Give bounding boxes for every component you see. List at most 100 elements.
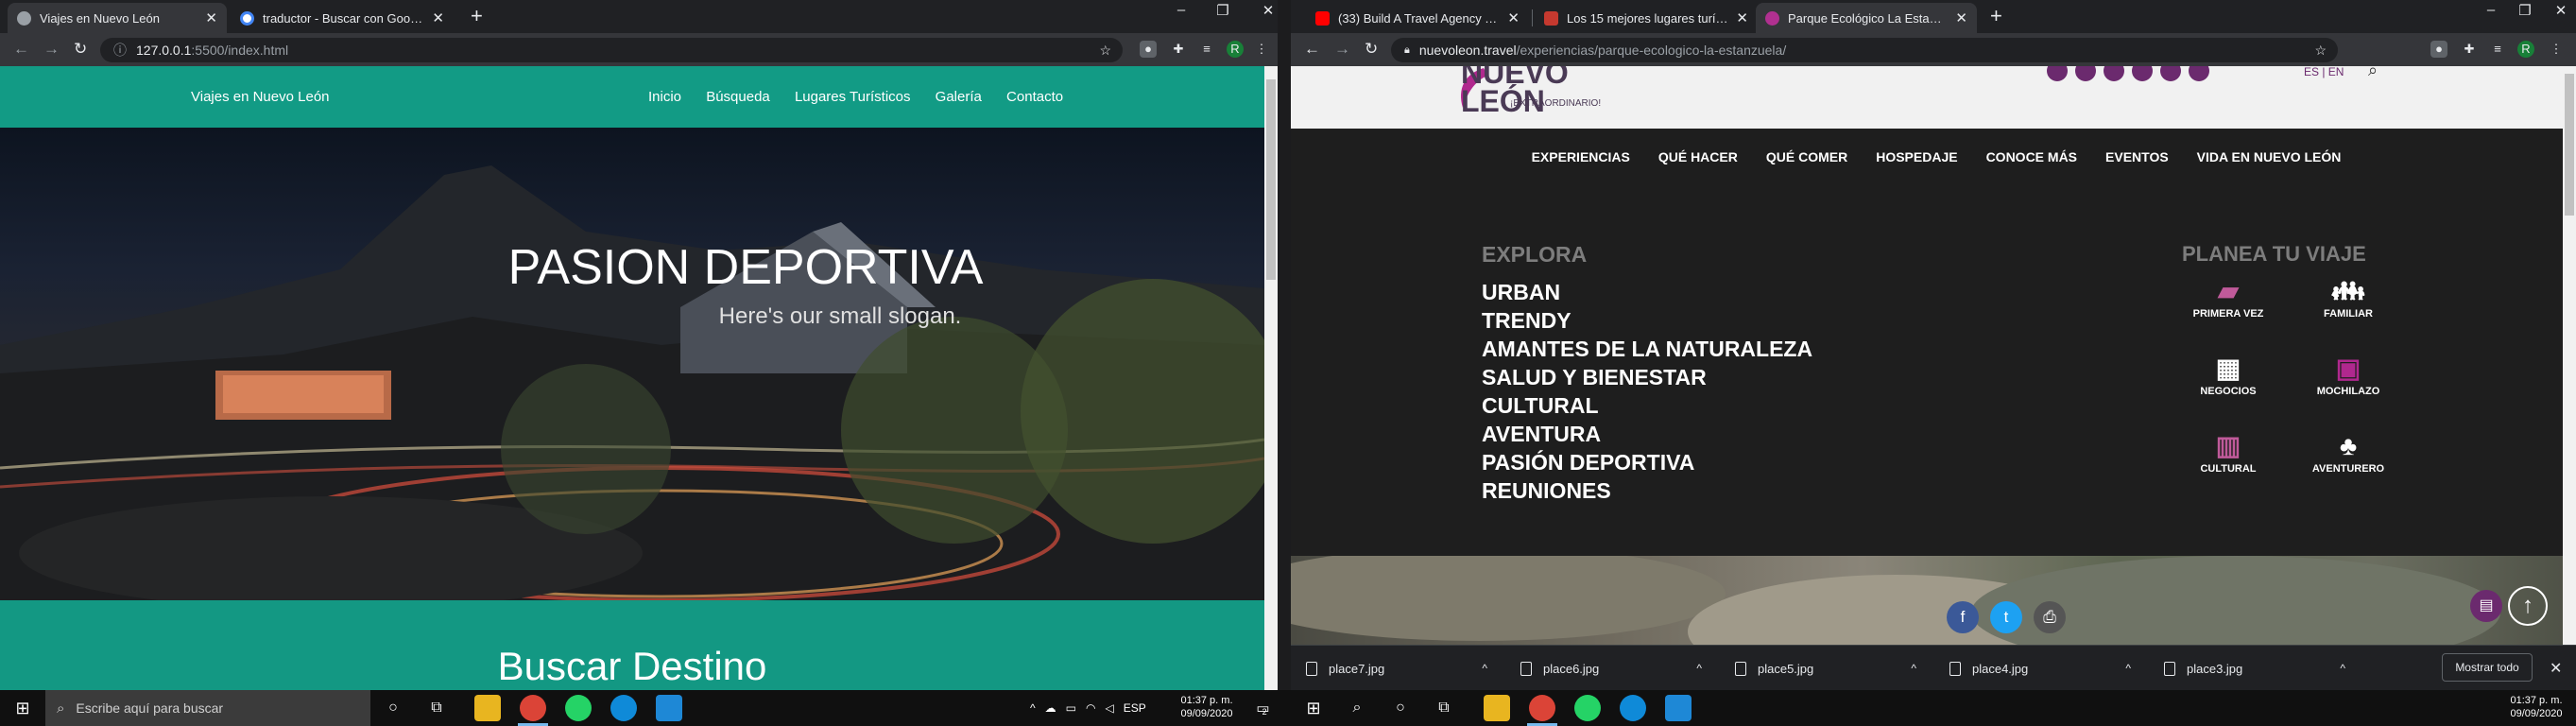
language-switch[interactable]: ES | EN — [2304, 66, 2344, 78]
forward-icon[interactable]: → — [1334, 40, 1350, 59]
input-language[interactable]: ESP — [1124, 701, 1146, 715]
puzzle-icon[interactable]: ✚ — [2461, 41, 2478, 58]
chrome-icon[interactable] — [520, 695, 546, 721]
vscode-icon[interactable] — [1665, 695, 1692, 721]
tab-traductor[interactable]: traductor - Buscar con Google ✕ — [231, 3, 454, 33]
chevron-up-icon[interactable]: ^ — [2340, 662, 2345, 675]
restore-icon[interactable]: ❐ — [1210, 2, 1236, 19]
back-icon[interactable]: ← — [13, 40, 29, 59]
new-tab-icon[interactable]: + — [1990, 4, 2002, 28]
show-all-button[interactable]: Mostrar todo — [2442, 653, 2533, 682]
clock[interactable]: 01:37 p. m. 09/09/2020 — [1174, 694, 1240, 720]
menu-que-hacer[interactable]: QUÉ HACER — [1658, 149, 1738, 164]
explora-item[interactable]: PASIÓN DEPORTIVA — [1482, 448, 1812, 476]
planea-cultural[interactable]: ▥ CULTURAL — [2186, 431, 2271, 475]
menu-vida-en-nl[interactable]: VIDA EN NUEVO LEÓN — [2197, 149, 2342, 164]
planea-negocios[interactable]: ▦ NEGOCIOS — [2186, 354, 2271, 397]
cortana-icon[interactable]: ○ — [1382, 690, 1419, 726]
facebook-icon[interactable] — [2047, 66, 2068, 81]
file-explorer-icon[interactable] — [474, 695, 501, 721]
planea-mochilazo[interactable]: ▣ MOCHILAZO — [2306, 354, 2391, 397]
onedrive-icon[interactable]: ☁ — [1045, 701, 1056, 715]
planea-familiar[interactable]: 👪︎ FAMILIAR — [2306, 276, 2391, 320]
youtube-icon[interactable] — [2132, 66, 2153, 81]
chat-icon[interactable]: ▤ — [2470, 590, 2502, 622]
tripadvisor-icon[interactable] — [2189, 66, 2209, 81]
explora-item[interactable]: CULTURAL — [1482, 391, 1812, 420]
windows-start-icon[interactable]: ⊞ — [0, 690, 45, 726]
chrome-icon[interactable] — [1529, 695, 1555, 721]
close-window-icon[interactable]: ✕ — [1255, 2, 1278, 19]
download-item[interactable]: place6.jpg ^ — [1513, 655, 1711, 682]
close-downloads-icon[interactable]: ✕ — [2550, 659, 2562, 678]
reload-icon[interactable]: ↻ — [74, 40, 87, 59]
twitter-icon[interactable] — [2104, 66, 2124, 81]
forward-icon[interactable]: → — [43, 40, 60, 59]
tab-viajes[interactable]: Viajes en Nuevo León ✕ — [8, 3, 227, 33]
facebook-share-icon[interactable]: f — [1947, 601, 1979, 633]
bookmark-star-icon[interactable]: ☆ — [1099, 43, 1111, 59]
address-bar[interactable]: 🔒︎ nuevoleon.travel/experiencias/parque-… — [1391, 38, 2338, 62]
battery-icon[interactable]: ▭ — [1066, 701, 1076, 715]
scrollbar[interactable] — [2563, 66, 2576, 645]
file-explorer-icon[interactable] — [1484, 695, 1510, 721]
notification-icon[interactable]: ▭ 2 — [1247, 690, 1276, 726]
extension-icon[interactable]: ● — [2430, 41, 2447, 58]
explora-item[interactable]: AMANTES DE LA NATURALEZA — [1482, 335, 1812, 363]
spotify-icon[interactable] — [2160, 66, 2181, 81]
clock[interactable]: 01:37 p. m. 09/09/2020 — [2502, 694, 2570, 720]
restore-icon[interactable]: ❐ — [2512, 2, 2538, 19]
chevron-up-icon[interactable]: ^ — [1030, 701, 1036, 715]
scrollbar-thumb[interactable] — [2565, 74, 2574, 216]
chevron-up-icon[interactable]: ^ — [1911, 662, 1916, 675]
download-item[interactable]: place3.jpg ^ — [2156, 655, 2355, 682]
explora-item[interactable]: AVENTURA — [1482, 420, 1812, 448]
task-view-icon[interactable]: ⧉ — [420, 690, 454, 726]
menu-icon[interactable]: ⋮ — [1253, 41, 1270, 58]
windows-start-icon[interactable]: ⊞ — [1295, 690, 1332, 726]
explora-item[interactable]: TRENDY — [1482, 306, 1812, 335]
tab-lugares[interactable]: Los 15 mejores lugares turísticos ✕ — [1535, 3, 1758, 33]
menu-hospedaje[interactable]: HOSPEDAJE — [1876, 149, 1957, 164]
back-icon[interactable]: ← — [1304, 40, 1320, 59]
nav-busqueda[interactable]: Búsqueda — [706, 89, 770, 105]
minimize-icon[interactable]: – — [1168, 2, 1194, 18]
scroll-top-icon[interactable]: ↑ — [2508, 586, 2548, 626]
vscode-icon[interactable] — [656, 695, 682, 721]
close-tab-icon[interactable]: ✕ — [1736, 9, 1748, 26]
download-item[interactable]: place4.jpg ^ — [1942, 655, 2140, 682]
planea-primera-vez[interactable]: ▰ PRIMERA VEZ — [2186, 276, 2271, 320]
close-window-icon[interactable]: ✕ — [2548, 2, 2574, 19]
minimize-icon[interactable]: – — [2478, 2, 2504, 18]
nav-contacto[interactable]: Contacto — [1006, 89, 1063, 105]
edge-icon[interactable] — [1620, 695, 1646, 721]
address-bar[interactable]: ⓘ 127.0.0.1:5500/index.html ☆ — [100, 38, 1123, 62]
chevron-up-icon[interactable]: ^ — [1482, 662, 1487, 675]
whatsapp-icon[interactable] — [1574, 695, 1601, 721]
planea-aventurero[interactable]: ♣ AVENTURERO — [2306, 431, 2391, 475]
nav-lugares[interactable]: Lugares Turísticos — [795, 89, 911, 105]
menu-conoce-mas[interactable]: CONOCE MÁS — [1986, 149, 2077, 164]
close-tab-icon[interactable]: ✕ — [432, 9, 444, 26]
site-brand[interactable]: Viajes en Nuevo León — [191, 89, 330, 105]
twitter-share-icon[interactable]: t — [1990, 601, 2022, 633]
extension-icon[interactable]: ● — [1140, 41, 1157, 58]
close-tab-icon[interactable]: ✕ — [1955, 9, 1967, 26]
avatar[interactable]: R — [2517, 41, 2534, 58]
playlist-icon[interactable]: ≡ — [1198, 41, 1215, 58]
chevron-up-icon[interactable]: ^ — [2125, 662, 2131, 675]
whatsapp-icon[interactable] — [565, 695, 592, 721]
instagram-icon[interactable] — [2075, 66, 2096, 81]
menu-icon[interactable]: ⋮ — [2548, 41, 2565, 58]
explora-item[interactable]: REUNIONES — [1482, 476, 1812, 505]
explora-item[interactable]: SALUD Y BIENESTAR — [1482, 363, 1812, 391]
puzzle-icon[interactable]: ✚ — [1170, 41, 1187, 58]
task-view-icon[interactable]: ⧉ — [1425, 690, 1463, 726]
tab-estanzuela[interactable]: Parque Ecológico La Estanzuela ✕ — [1756, 3, 1977, 33]
close-tab-icon[interactable]: ✕ — [205, 9, 217, 26]
menu-que-comer[interactable]: QUÉ COMER — [1766, 149, 1847, 164]
download-item[interactable]: place5.jpg ^ — [1727, 655, 1926, 682]
menu-eventos[interactable]: EVENTOS — [2105, 149, 2169, 164]
reload-icon[interactable]: ↻ — [1365, 40, 1378, 59]
wifi-icon[interactable]: ◠ — [1086, 701, 1095, 715]
